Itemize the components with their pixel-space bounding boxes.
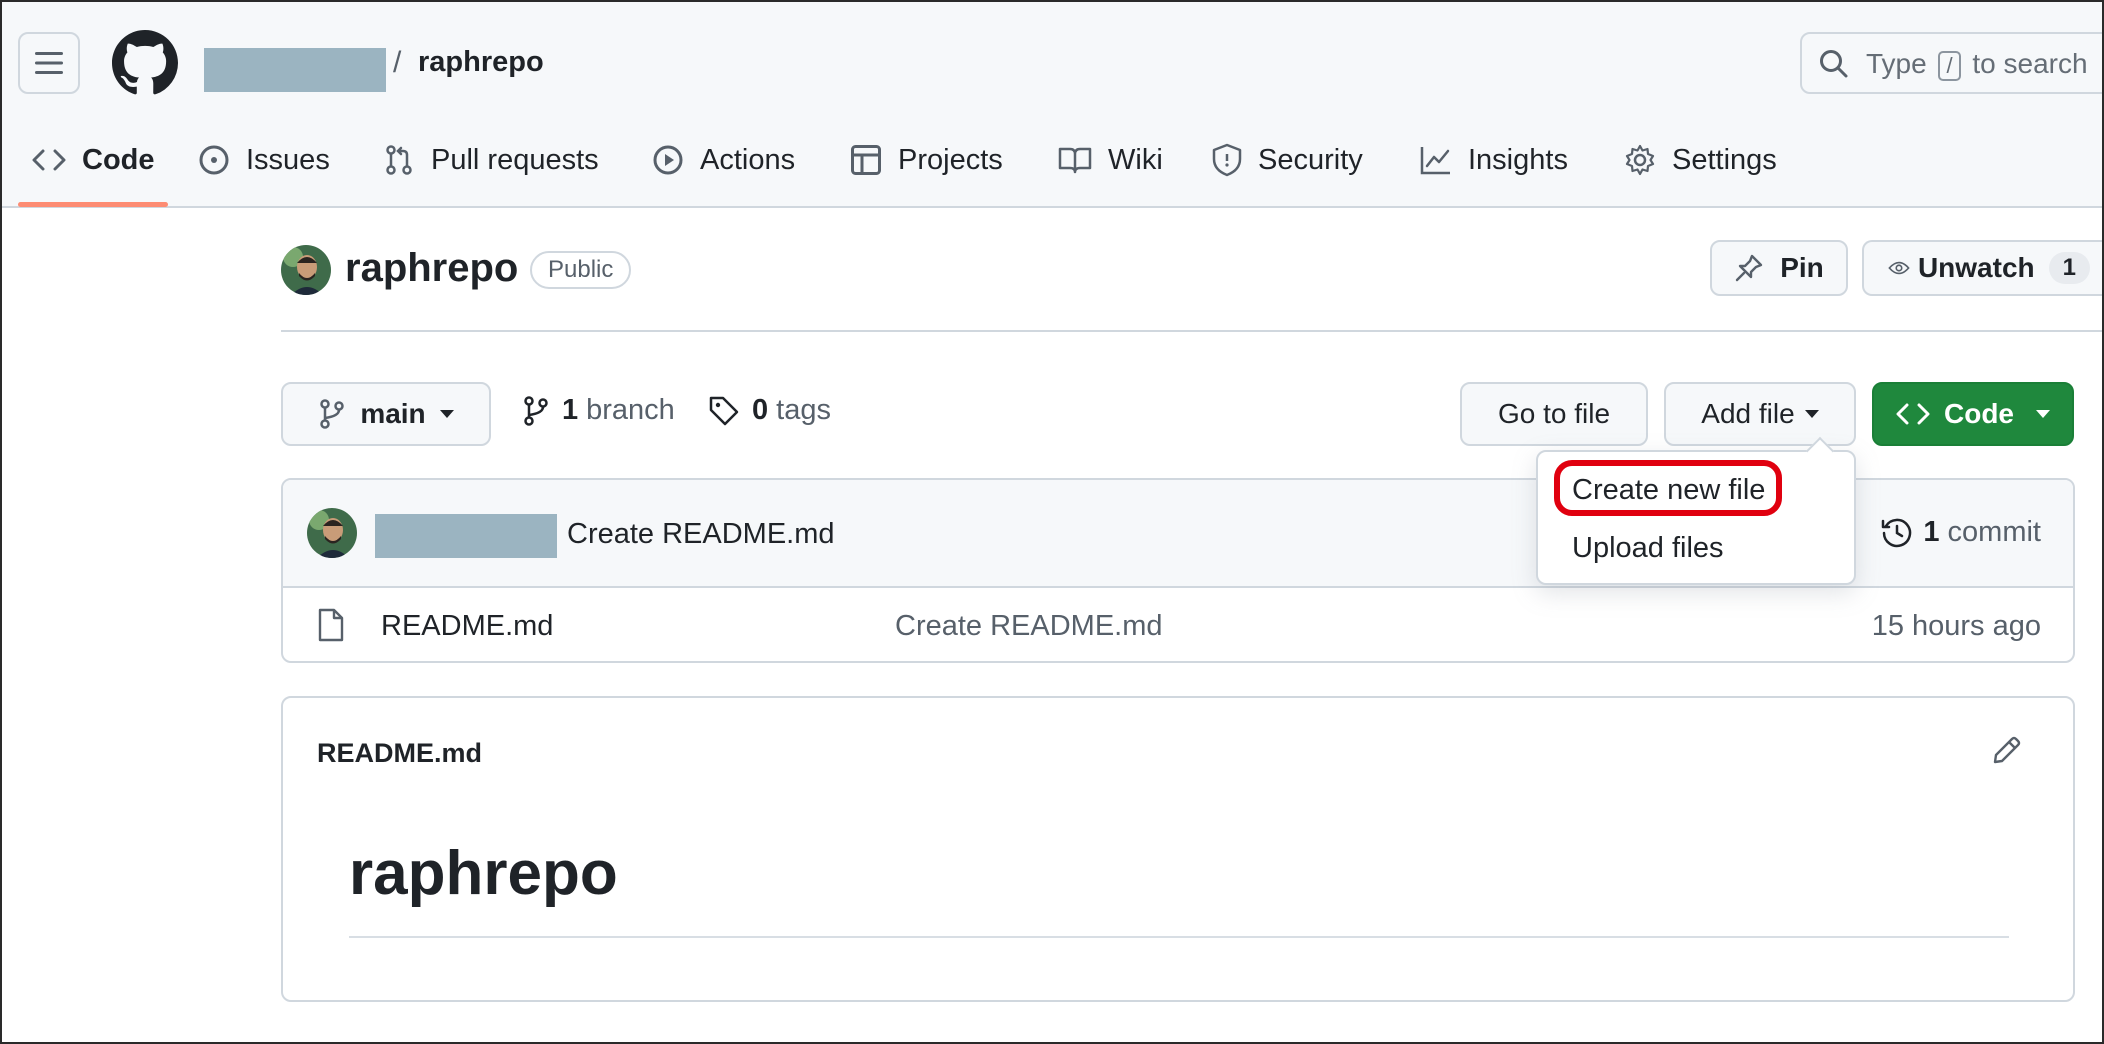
tab-label: Settings bbox=[1672, 143, 1777, 176]
tab-label: Wiki bbox=[1108, 143, 1163, 176]
tab-label: Projects bbox=[898, 143, 1003, 176]
title-divider bbox=[281, 330, 2104, 332]
tab-label: Pull requests bbox=[431, 143, 599, 176]
chevron-down-icon bbox=[439, 410, 454, 418]
search-icon bbox=[1820, 50, 1848, 78]
watch-count-badge: 1 bbox=[2048, 252, 2090, 284]
tab-code[interactable]: Code bbox=[32, 130, 155, 190]
branch-icon bbox=[320, 399, 345, 429]
code-button[interactable]: Code bbox=[1872, 382, 2074, 446]
commit-author-redacted[interactable] bbox=[375, 514, 557, 558]
tab-label: Security bbox=[1258, 143, 1363, 176]
history-icon bbox=[1882, 518, 1912, 547]
pull-request-icon bbox=[386, 145, 412, 175]
menu-item-upload-files[interactable]: Upload files bbox=[1572, 532, 1724, 565]
avatar-image bbox=[281, 245, 331, 295]
code-icon bbox=[1896, 403, 1930, 425]
book-icon bbox=[1058, 147, 1092, 174]
go-to-file-button[interactable]: Go to file bbox=[1460, 382, 1648, 446]
unwatch-label: Unwatch bbox=[1917, 252, 2035, 283]
branch-label: branch bbox=[586, 394, 675, 426]
readme-file-name[interactable]: README.md bbox=[317, 738, 482, 769]
breadcrumb-separator: / bbox=[393, 46, 402, 79]
chevron-down-icon bbox=[2036, 410, 2050, 418]
commit-author-avatar[interactable] bbox=[307, 508, 357, 558]
table-row[interactable]: README.md Create README.md 15 hours ago bbox=[283, 588, 2073, 661]
tab-label: Issues bbox=[246, 143, 330, 176]
readme-heading-rule bbox=[349, 936, 2009, 938]
file-commit-message[interactable]: Create README.md bbox=[895, 610, 1163, 643]
search-input[interactable]: Type / to search bbox=[1800, 32, 2104, 94]
search-placeholder: Type / to search bbox=[1866, 48, 2088, 81]
menu-item-create-new-file[interactable]: Create new file bbox=[1572, 474, 1765, 507]
add-file-button[interactable]: Add file bbox=[1664, 382, 1856, 446]
github-logo-icon[interactable] bbox=[112, 30, 178, 96]
tab-label: Actions bbox=[700, 143, 796, 176]
commit-count: 1 bbox=[1923, 516, 1940, 548]
branch-selector[interactable]: main bbox=[281, 382, 491, 446]
branch-name: main bbox=[360, 398, 426, 429]
branch-icon bbox=[524, 395, 548, 426]
readme-panel: README.md raphrepo bbox=[281, 696, 2075, 1002]
owner-name-redacted[interactable] bbox=[204, 48, 386, 92]
tab-security[interactable]: Security bbox=[1212, 130, 1363, 190]
owner-avatar[interactable] bbox=[281, 245, 331, 295]
add-file-menu: Create new file Upload files bbox=[1536, 436, 1856, 585]
code-icon bbox=[32, 149, 66, 171]
repo-title[interactable]: raphrepo bbox=[345, 246, 518, 291]
slash-key-hint: / bbox=[1938, 51, 1961, 81]
table-icon bbox=[851, 145, 881, 175]
avatar-image bbox=[307, 508, 357, 558]
add-file-label: Add file bbox=[1701, 398, 1795, 429]
tab-wiki[interactable]: Wiki bbox=[1058, 130, 1163, 190]
latest-commit-message[interactable]: Create README.md bbox=[567, 518, 835, 551]
gear-icon bbox=[1625, 144, 1655, 176]
code-label: Code bbox=[1944, 398, 2014, 429]
tab-actions[interactable]: Actions bbox=[652, 130, 795, 190]
tag-icon bbox=[709, 396, 739, 425]
tab-insights[interactable]: Insights bbox=[1420, 130, 1568, 190]
pin-label: Pin bbox=[1780, 252, 1824, 283]
branches-link[interactable]: 1 branch bbox=[522, 394, 675, 427]
chevron-down-icon bbox=[1804, 410, 1819, 418]
pencil-icon[interactable] bbox=[1991, 734, 2023, 766]
pin-button[interactable]: Pin bbox=[1710, 240, 1848, 296]
eye-icon bbox=[1888, 261, 1910, 275]
readme-heading: raphrepo bbox=[349, 839, 618, 908]
tab-issues[interactable]: Issues bbox=[198, 130, 330, 190]
tab-label: Insights bbox=[1468, 143, 1568, 176]
hamburger-icon bbox=[35, 52, 63, 74]
global-header: / raphrepo Type / to search Code Issues … bbox=[0, 0, 2104, 208]
shield-icon bbox=[1212, 143, 1242, 177]
issue-icon bbox=[199, 145, 229, 175]
tag-count: 0 bbox=[752, 394, 769, 426]
hamburger-menu-button[interactable] bbox=[18, 32, 80, 94]
branch-count: 1 bbox=[562, 394, 579, 426]
tab-settings[interactable]: Settings bbox=[1624, 130, 1777, 190]
file-icon bbox=[318, 608, 344, 642]
tag-label: tags bbox=[776, 394, 831, 426]
tab-projects[interactable]: Projects bbox=[850, 130, 1003, 190]
unwatch-button[interactable]: Unwatch 1 bbox=[1862, 240, 2104, 296]
file-age: 15 hours ago bbox=[1871, 610, 2041, 642]
visibility-badge: Public bbox=[530, 251, 632, 289]
pin-icon bbox=[1736, 254, 1763, 282]
tags-link[interactable]: 0 tags bbox=[708, 394, 831, 427]
tab-pull-requests[interactable]: Pull requests bbox=[383, 130, 599, 190]
graph-icon bbox=[1420, 147, 1450, 175]
commit-label: commit bbox=[1947, 516, 2041, 548]
play-icon bbox=[653, 145, 683, 175]
file-name-link[interactable]: README.md bbox=[381, 610, 553, 643]
commits-link[interactable]: 1 commit bbox=[1881, 516, 2041, 549]
active-tab-indicator bbox=[18, 202, 168, 207]
breadcrumb-repo-link[interactable]: raphrepo bbox=[418, 46, 544, 79]
tab-label: Code bbox=[82, 143, 155, 176]
